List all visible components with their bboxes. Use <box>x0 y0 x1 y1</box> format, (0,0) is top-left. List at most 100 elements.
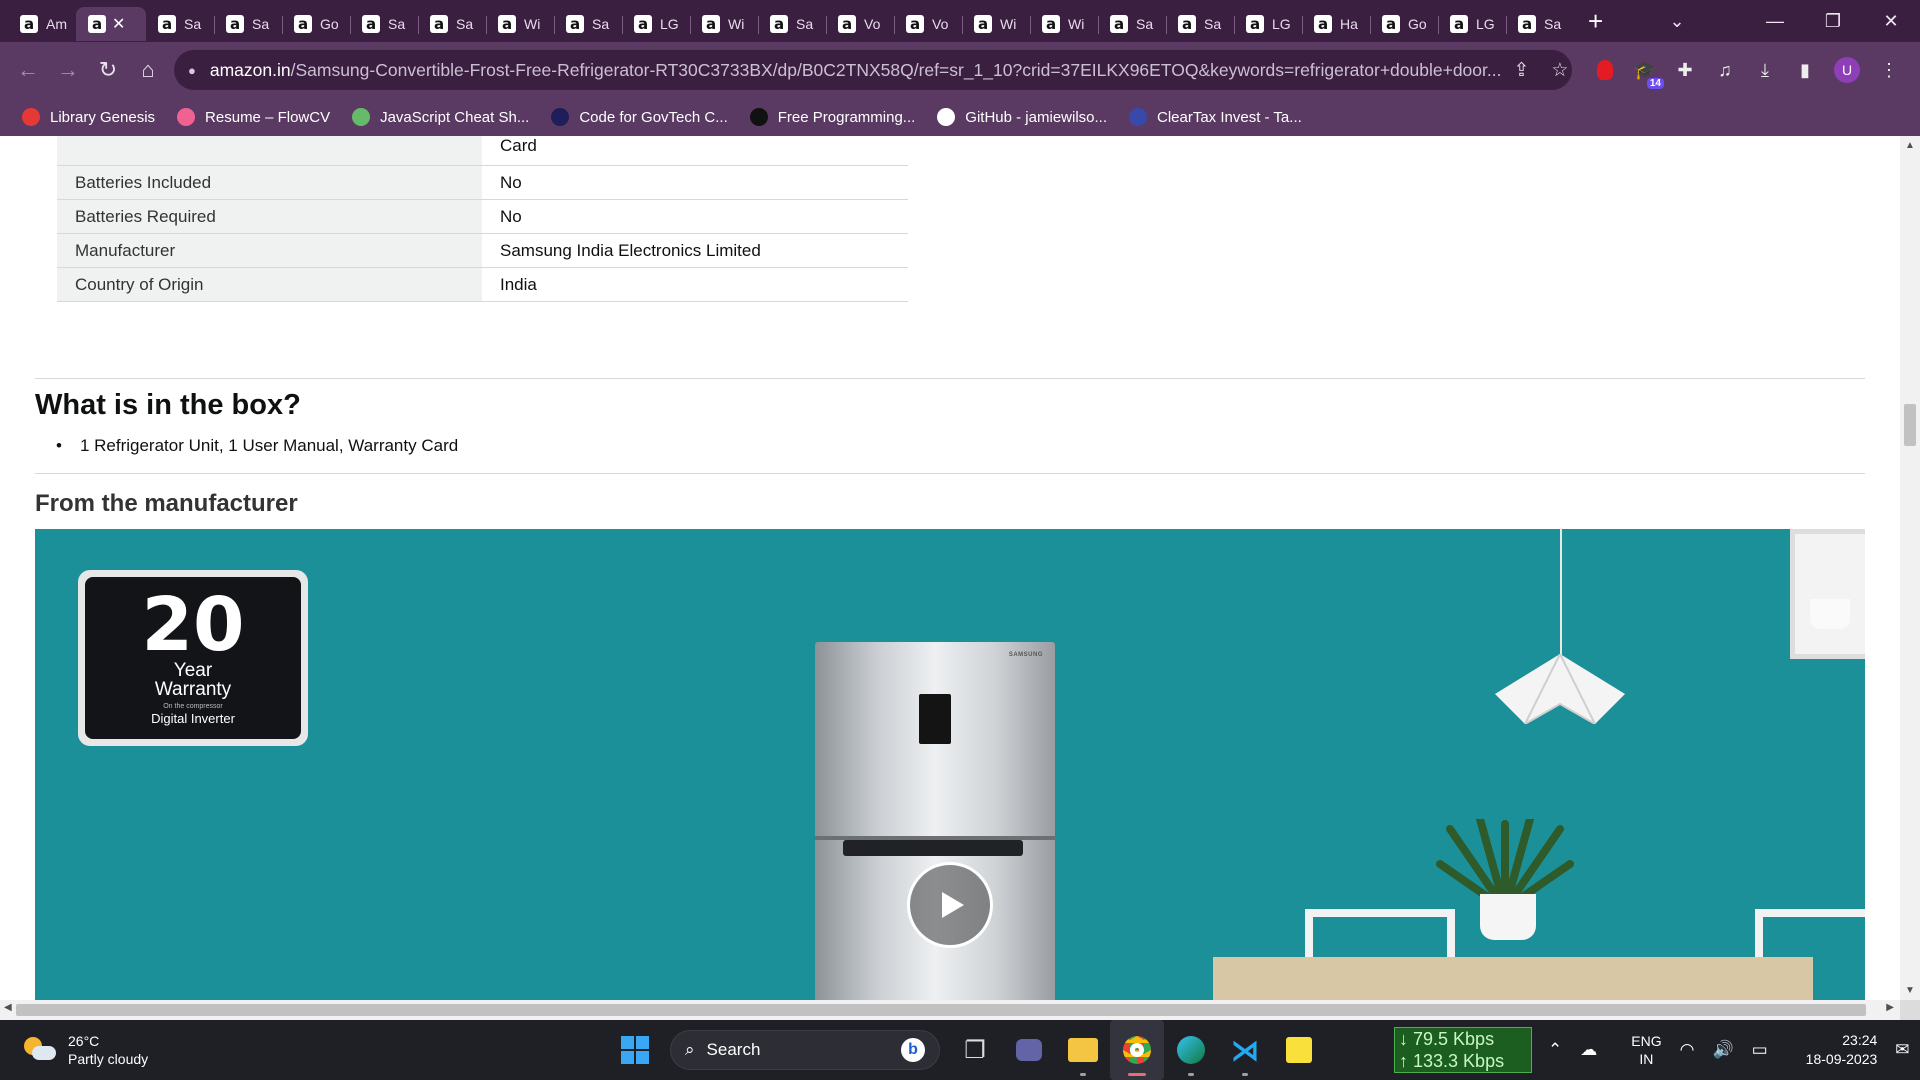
bookmark-item[interactable]: ClearTax Invest - Ta... <box>1129 108 1302 126</box>
horizontal-scroll-thumb[interactable] <box>16 1004 1866 1016</box>
tab[interactable]: a Sa <box>554 7 622 41</box>
wifi-icon[interactable]: ◠ <box>1680 1040 1695 1060</box>
edge-icon[interactable] <box>1164 1020 1218 1080</box>
adblock-extension-icon[interactable] <box>1594 59 1616 81</box>
tab[interactable]: a LG <box>1438 7 1506 41</box>
graduation-cap-extension-icon[interactable]: 🎓 14 <box>1634 59 1664 89</box>
bing-icon[interactable]: b <box>901 1038 925 1062</box>
tab[interactable]: a Sa <box>350 7 418 41</box>
download-speed: ↓ 79.5 Kbps <box>1399 1029 1495 1049</box>
bookmark-item[interactable]: Resume – FlowCV <box>177 108 330 126</box>
new-tab-button[interactable]: + <box>1588 8 1603 34</box>
tab[interactable]: a Wi <box>486 7 554 41</box>
minimize-button[interactable]: — <box>1746 11 1804 32</box>
tab-search-button[interactable]: ⌄ <box>1648 11 1706 32</box>
file-explorer-icon[interactable] <box>1056 1020 1110 1080</box>
scrollbar-corner <box>1900 1000 1920 1020</box>
tab[interactable]: a Wi <box>1030 7 1098 41</box>
scroll-left-arrow-icon[interactable]: ◀ <box>4 1002 12 1013</box>
region-code: IN <box>1639 1051 1654 1067</box>
vertical-scrollbar[interactable]: ▲ ▼ <box>1900 136 1920 1000</box>
tab[interactable]: a Ha <box>1302 7 1370 41</box>
amazon-favicon-icon: a <box>702 15 720 33</box>
tab-title: Sa <box>456 16 474 32</box>
upload-speed: ↑ 133.3 Kbps <box>1399 1051 1505 1071</box>
back-button[interactable]: ← <box>8 57 48 83</box>
tab[interactable]: a Sa <box>1098 7 1166 41</box>
bookmark-label: GitHub - jamiewilso... <box>965 108 1107 126</box>
teams-chat-icon[interactable] <box>1002 1020 1056 1080</box>
tab-title: Sa <box>796 16 814 32</box>
tab[interactable]: a Vo <box>826 7 894 41</box>
forward-button[interactable]: → <box>48 57 88 83</box>
bookmark-item[interactable]: GitHub - jamiewilso... <box>937 108 1107 126</box>
side-panel-icon[interactable]: ▮ <box>1794 59 1816 81</box>
reload-button[interactable]: ↻ <box>88 57 128 83</box>
fridge-handle <box>843 840 1023 856</box>
show-hidden-icons-chevron-icon[interactable]: ⌃ <box>1548 1040 1562 1060</box>
tab-list: a Am a ✕ a Sa a Sa a Go a Sa a Sa a Wi a Sa a LG a Wi a Sa a Vo a V… <box>0 0 1574 42</box>
horizontal-scrollbar[interactable]: ◀ ▶ <box>0 1000 1900 1020</box>
weather-widget[interactable]: 26°C Partly cloudy <box>0 1032 320 1068</box>
tab[interactable]: a LG <box>622 7 690 41</box>
tab[interactable]: a Sa <box>418 7 486 41</box>
tab[interactable]: a Am <box>8 7 76 41</box>
tab-title: Sa <box>184 16 202 32</box>
scroll-up-arrow-icon[interactable]: ▲ <box>1900 140 1920 151</box>
tab[interactable]: a Sa <box>1166 7 1234 41</box>
scroll-right-arrow-icon[interactable]: ▶ <box>1886 1002 1894 1013</box>
start-button[interactable] <box>608 1020 662 1080</box>
bookmark-item[interactable]: Code for GovTech C... <box>551 108 728 126</box>
vertical-scroll-thumb[interactable] <box>1904 404 1916 446</box>
tab[interactable]: a Sa <box>758 7 826 41</box>
notifications-icon[interactable]: ✉ <box>1895 1040 1909 1060</box>
share-icon[interactable]: ⇪ <box>1513 59 1529 82</box>
restore-button[interactable]: ❐ <box>1804 11 1862 32</box>
spec-row: Batteries Included No <box>57 166 908 200</box>
address-bar[interactable]: ● amazon.in/Samsung-Convertible-Frost-Fr… <box>174 50 1572 90</box>
tab-title: Vo <box>932 16 949 32</box>
tab-close-icon[interactable]: ✕ <box>112 14 125 34</box>
tab[interactable]: a Sa <box>214 7 282 41</box>
spec-key <box>57 136 482 165</box>
battery-icon[interactable]: ▭ <box>1752 1040 1768 1060</box>
bookmark-item[interactable]: JavaScript Cheat Sh... <box>352 108 529 126</box>
bookmark-item[interactable]: Free Programming... <box>749 108 915 126</box>
media-controls-icon[interactable]: ♫ <box>1714 59 1736 81</box>
chrome-icon[interactable] <box>1110 1020 1164 1080</box>
clock[interactable]: 23:24 18-09-2023 <box>1806 1031 1878 1069</box>
scroll-down-arrow-icon[interactable]: ▼ <box>1900 985 1920 996</box>
close-window-button[interactable]: ✕ <box>1862 11 1920 32</box>
tab-title: Go <box>320 16 339 32</box>
box-contents-item: • 1 Refrigerator Unit, 1 User Manual, Wa… <box>56 436 458 456</box>
play-video-button[interactable] <box>907 862 993 948</box>
manufacturer-video-banner[interactable]: 20 Year Warranty On the compressor Digit… <box>35 529 1865 1000</box>
tab[interactable]: a Sa <box>1506 7 1574 41</box>
puzzle-extensions-icon[interactable]: ✚ <box>1674 59 1696 81</box>
search-icon: ⌕ <box>685 1040 695 1059</box>
un-icon <box>551 108 570 126</box>
taskbar-search[interactable]: ⌕ Search b <box>670 1030 940 1070</box>
tab[interactable]: a LG <box>1234 7 1302 41</box>
vscode-icon[interactable]: ⋊ <box>1218 1020 1272 1080</box>
tab-active[interactable]: a ✕ <box>76 7 146 41</box>
downloads-icon[interactable]: ⤓ <box>1754 59 1776 81</box>
language-indicator[interactable]: ENG IN <box>1631 1032 1661 1068</box>
lock-icon[interactable]: ● <box>188 63 196 78</box>
tab[interactable]: a Wi <box>690 7 758 41</box>
sticky-notes-icon[interactable] <box>1272 1020 1326 1080</box>
task-view-icon[interactable]: ❐ <box>948 1020 1002 1080</box>
volume-icon[interactable]: 🔊 <box>1712 1040 1733 1060</box>
tab[interactable]: a Wi <box>962 7 1030 41</box>
home-button[interactable]: ⌂ <box>128 57 168 83</box>
amazon-favicon-icon: a <box>294 15 312 33</box>
tab[interactable]: a Go <box>282 7 350 41</box>
tab[interactable]: a Vo <box>894 7 962 41</box>
tab[interactable]: a Sa <box>146 7 214 41</box>
bookmark-star-icon[interactable]: ☆ <box>1551 59 1568 82</box>
tab[interactable]: a Go <box>1370 7 1438 41</box>
bookmark-item[interactable]: Library Genesis <box>22 108 155 126</box>
onedrive-cloud-icon[interactable]: ☁ <box>1580 1040 1597 1060</box>
profile-avatar[interactable]: U <box>1834 57 1860 83</box>
browser-menu-icon[interactable]: ⋮ <box>1878 59 1900 81</box>
